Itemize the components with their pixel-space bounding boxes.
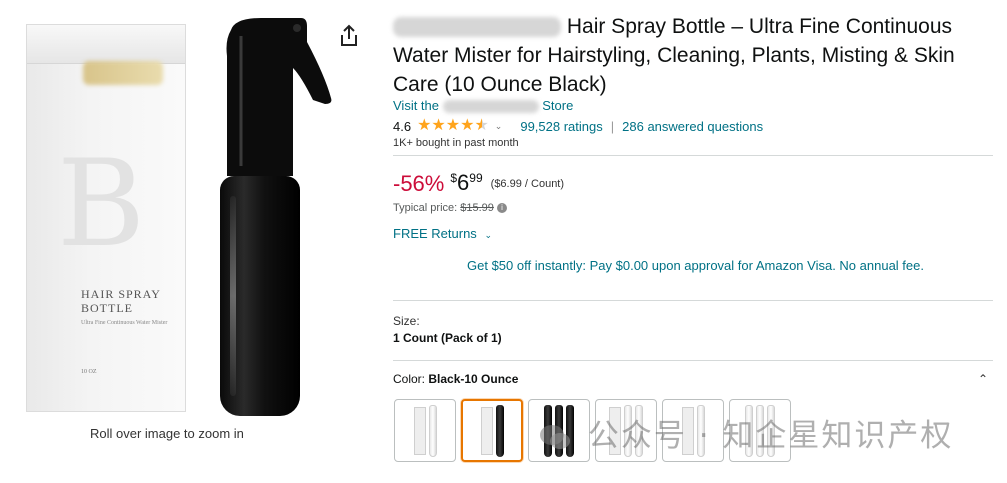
color-row: Color: Black-10 Ounce — [393, 372, 518, 386]
divider — [393, 360, 993, 361]
box-size: 10 OZ — [81, 369, 97, 375]
info-icon[interactable]: i — [496, 203, 507, 214]
box-monogram: B — [57, 135, 146, 274]
share-icon[interactable] — [338, 24, 360, 48]
divider: | — [610, 118, 615, 134]
card-offer-link[interactable]: Get $50 off instantly: Pay $0.00 upon ap… — [467, 258, 924, 273]
swatch-white-single[interactable] — [394, 399, 456, 462]
mini-box — [413, 406, 426, 455]
color-value: Black-10 Ounce — [428, 372, 519, 386]
star-icon: ★ — [431, 117, 446, 134]
mini-bottle — [428, 404, 437, 457]
bottle-body-image — [220, 176, 300, 416]
free-returns-link[interactable]: FREE Returns ⌄ — [393, 226, 492, 241]
wechat-icon — [540, 424, 570, 449]
divider — [393, 300, 993, 301]
product-title: Hair Spray Bottle – Ultra Fine Continuou… — [393, 12, 993, 99]
size-value: 1 Count (Pack of 1) — [393, 331, 502, 345]
spray-head-image — [226, 18, 332, 176]
store-suffix: Store — [542, 98, 574, 113]
blurred-brand-logo — [83, 61, 163, 85]
bought-in-past-month: 1K+ bought in past month — [393, 137, 519, 149]
chevron-up-icon[interactable]: ⌃ — [978, 372, 988, 386]
box-subtitle: Ultra Fine Continuous Water Mister — [81, 320, 168, 326]
mini-bottle — [495, 404, 504, 457]
typical-price-value: $15.99 — [460, 202, 494, 214]
star-icon: ★ — [417, 117, 432, 134]
price-currency: $ — [450, 171, 458, 185]
price-fraction: 99 — [469, 171, 483, 185]
answered-questions-link[interactable]: 286 answered questions — [622, 119, 763, 134]
watermark-text: 公众号 · 知企星知识产权 — [587, 418, 954, 454]
zoom-hint: Roll over image to zoom in — [90, 426, 244, 441]
rating-row: 4.6 ★ ★ ★ ★ ★ ⌄ 99,528 ratings | 286 ans… — [393, 117, 763, 135]
star-icon: ★ — [445, 117, 461, 134]
box-title: HAIR SPRAY BOTTLE — [81, 287, 161, 315]
blurred-brand-name — [393, 17, 561, 38]
watermark: 公众号 · 知企星知识产权 — [538, 410, 953, 455]
price-row: -56% $ 6 99 ($6.99 / Count) — [393, 170, 564, 200]
chevron-down-icon[interactable]: ⌄ — [495, 121, 503, 132]
discount-badge: -56% — [393, 171, 445, 196]
divider — [393, 155, 993, 156]
swatch-black-single-selected[interactable] — [461, 399, 523, 462]
store-prefix: Visit the — [393, 98, 440, 113]
size-label: Size: — [393, 314, 420, 328]
star-icon: ★ — [460, 117, 475, 134]
store-link[interactable]: Visit the Store — [393, 98, 574, 114]
rating-value: 4.6 — [393, 118, 412, 134]
rating-stars[interactable]: ★ ★ ★ ★ ★ — [417, 118, 489, 134]
chevron-down-icon: ⌄ — [484, 230, 492, 240]
mini-box — [480, 406, 493, 455]
color-label: Color: — [393, 372, 426, 386]
price-whole: 6 — [457, 170, 470, 195]
typical-price: Typical price: $15.99 i — [393, 202, 507, 214]
free-returns-label: FREE Returns — [393, 226, 477, 241]
unit-price: ($6.99 / Count) — [490, 178, 565, 190]
ratings-count-link[interactable]: 99,528 ratings — [520, 119, 602, 134]
typical-price-label: Typical price: — [393, 202, 458, 214]
box-top — [27, 25, 185, 64]
half-star-icon: ★ — [474, 117, 489, 134]
bottle-highlight — [230, 196, 236, 396]
blurred-store-name — [442, 100, 539, 114]
product-box-image[interactable]: B HAIR SPRAY BOTTLE Ultra Fine Continuou… — [26, 24, 186, 412]
